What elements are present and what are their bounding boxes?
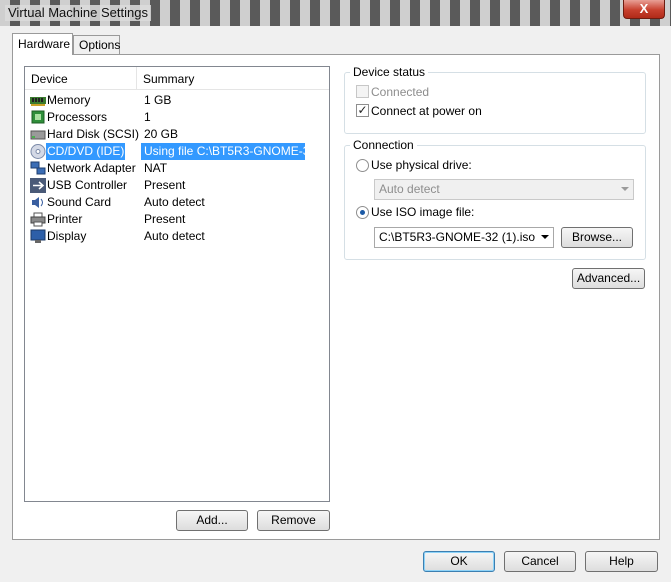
device-name: Printer (47, 212, 83, 226)
device-summary: Present (144, 212, 186, 226)
device-summary: 20 GB (144, 127, 179, 141)
connect-at-power-on-checkbox[interactable]: ✓ (356, 103, 369, 117)
iso-image-radio[interactable] (356, 206, 369, 219)
device-row-display[interactable]: Display Auto detect (27, 228, 329, 245)
physical-drive-select[interactable]: Auto detect (374, 179, 634, 200)
device-summary: Auto detect (144, 229, 205, 243)
vm-settings-dialog: Virtual Machine Settings X Hardware Opti… (0, 0, 671, 582)
device-name: USB Controller (47, 178, 128, 192)
browse-button[interactable]: Browse... (561, 227, 633, 248)
device-name: Network Adapter (47, 161, 136, 175)
ok-button[interactable]: OK (423, 551, 495, 572)
sound-card-icon (32, 197, 43, 208)
connected-label: Connected (371, 85, 430, 99)
help-button[interactable]: Help (585, 551, 658, 572)
chevron-down-icon (621, 187, 629, 191)
close-icon: X (639, 1, 649, 16)
add-button[interactable]: Add... (176, 510, 248, 531)
device-name: Display (47, 229, 87, 243)
advanced-button[interactable]: Advanced... (572, 268, 645, 289)
chevron-down-icon (541, 235, 549, 239)
iso-file-combo[interactable]: C:\BT5R3-GNOME-32 (1).iso (374, 227, 554, 248)
device-name: Processors (47, 110, 108, 124)
connect-at-power-on-label: Connect at power on (371, 104, 482, 118)
column-header-device[interactable]: Device (25, 67, 137, 89)
column-header-summary[interactable]: Summary (137, 67, 327, 89)
device-summary: Present (144, 178, 186, 192)
device-summary: 1 GB (144, 93, 172, 107)
physical-drive-label: Use physical drive: (371, 158, 472, 172)
remove-button[interactable]: Remove (257, 510, 330, 531)
device-row-printer[interactable]: Printer Present (27, 211, 329, 228)
radio-dot-icon (360, 210, 365, 215)
hard-disk-icon (30, 130, 46, 140)
display-icon (30, 229, 46, 243)
title-bar[interactable]: Virtual Machine Settings X (0, 0, 671, 26)
device-row-network-adapter[interactable]: Network Adapter NAT (27, 160, 329, 177)
device-status-group: Device status (344, 65, 646, 134)
device-name: CD/DVD (IDE) (46, 143, 126, 160)
physical-drive-value: Auto detect (379, 182, 440, 196)
device-row-processors[interactable]: Processors 1 (27, 109, 329, 126)
memory-icon (30, 97, 46, 106)
device-row-usb-controller[interactable]: USB Controller Present (27, 177, 329, 194)
device-summary: NAT (144, 161, 168, 175)
device-summary: Using file C:\BT5R3-GNOME-3... (141, 143, 305, 160)
physical-drive-radio[interactable] (356, 159, 369, 172)
device-name: Hard Disk (SCSI) (47, 127, 140, 141)
usb-icon (30, 178, 46, 193)
connected-checkbox[interactable] (356, 85, 369, 98)
device-row-cd-dvd[interactable]: CD/DVD (IDE) Using file C:\BT5R3-GNOME-3… (27, 143, 329, 160)
window-title: Virtual Machine Settings (5, 5, 151, 21)
connection-title: Connection (350, 138, 417, 152)
tab-options[interactable]: Options (73, 35, 120, 55)
tab-hardware[interactable]: Hardware (12, 33, 73, 55)
cd-dvd-icon (30, 144, 46, 159)
device-status-title: Device status (350, 65, 429, 79)
device-row-sound-card[interactable]: Sound Card Auto detect (27, 194, 329, 211)
checkmark-icon: ✓ (357, 103, 368, 117)
iso-image-label: Use ISO image file: (371, 205, 475, 219)
device-row-hard-disk[interactable]: Hard Disk (SCSI) 20 GB (27, 126, 329, 143)
processor-icon (31, 110, 45, 124)
device-row-memory[interactable]: Memory 1 GB (27, 92, 329, 109)
cancel-button[interactable]: Cancel (504, 551, 576, 572)
iso-file-value: C:\BT5R3-GNOME-32 (1).iso (379, 230, 536, 244)
network-adapter-icon (30, 161, 46, 175)
device-summary: Auto detect (144, 195, 205, 209)
device-list[interactable]: Device Summary Memory 1 GB Processors 1 … (24, 66, 330, 502)
list-header: Device Summary (25, 67, 329, 90)
device-summary: 1 (144, 110, 151, 124)
device-name: Memory (47, 93, 91, 107)
close-button[interactable]: X (623, 0, 665, 19)
device-name: Sound Card (47, 195, 112, 209)
printer-icon (30, 212, 46, 227)
